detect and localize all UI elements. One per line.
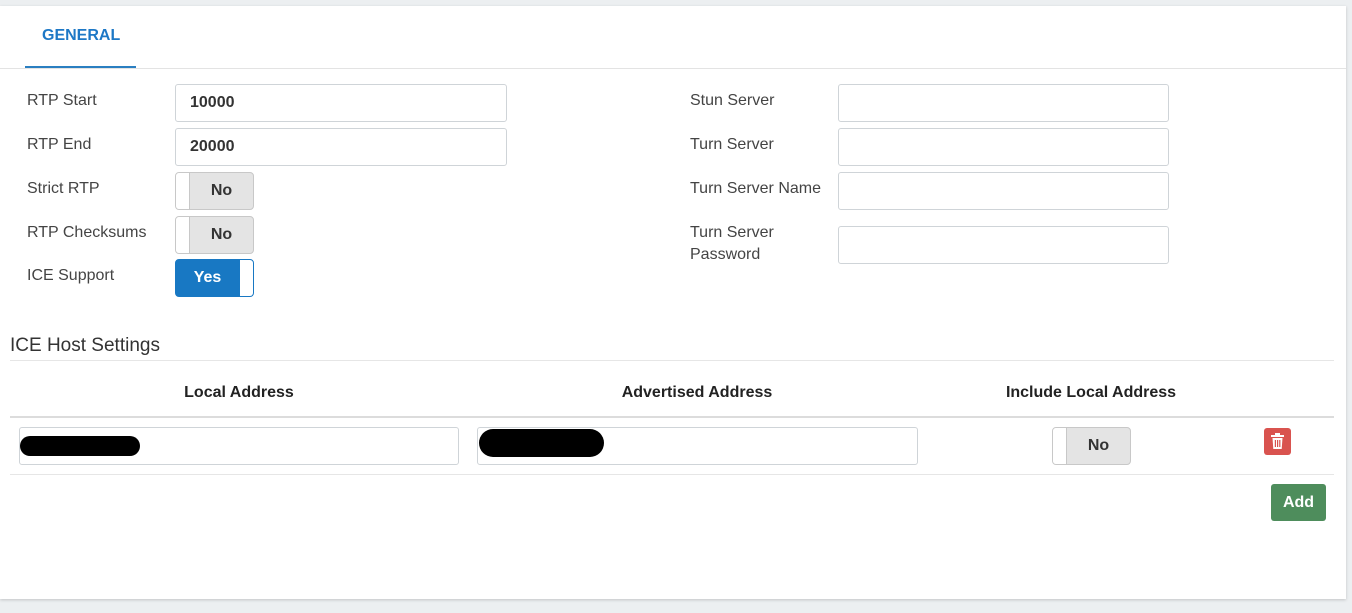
turn-server-password-label: Turn Server Password bbox=[690, 222, 774, 266]
tab-general[interactable]: GENERAL bbox=[25, 6, 136, 68]
table-footer-divider bbox=[10, 474, 1334, 475]
strict-rtp-label: Strict RTP bbox=[27, 180, 100, 197]
turn-server-password-label-line2: Password bbox=[690, 246, 761, 263]
turn-server-name-input[interactable] bbox=[838, 172, 1169, 210]
toggle-knob bbox=[239, 260, 253, 296]
column-header-local-address: Local Address bbox=[184, 384, 294, 401]
rtp-start-label: RTP Start bbox=[27, 92, 97, 109]
tab-bar: GENERAL bbox=[0, 6, 1346, 69]
column-header-advertised-address: Advertised Address bbox=[621, 384, 773, 401]
column-header-include-local-address: Include Local Address bbox=[1005, 384, 1177, 401]
stun-server-input[interactable] bbox=[838, 84, 1169, 122]
ice-support-toggle[interactable]: Yes bbox=[175, 259, 254, 297]
toggle-knob bbox=[176, 173, 190, 209]
rtp-end-input[interactable] bbox=[175, 128, 507, 166]
include-local-address-toggle[interactable]: No bbox=[1052, 427, 1131, 465]
turn-server-password-label-line1: Turn Server bbox=[690, 224, 774, 241]
ice-support-label: ICE Support bbox=[27, 267, 115, 284]
section-divider bbox=[10, 360, 1334, 361]
add-ice-host-button[interactable]: Add bbox=[1271, 484, 1326, 521]
turn-server-password-input[interactable] bbox=[838, 226, 1169, 264]
turn-server-label: Turn Server bbox=[690, 136, 774, 153]
delete-row-button[interactable] bbox=[1264, 428, 1291, 455]
toggle-knob bbox=[1053, 428, 1067, 464]
table-header-divider bbox=[10, 416, 1334, 418]
rtp-checksums-label: RTP Checksums bbox=[27, 224, 147, 241]
trash-icon bbox=[1271, 433, 1284, 449]
rtp-checksums-toggle[interactable]: No bbox=[175, 216, 254, 254]
stun-server-label: Stun Server bbox=[690, 92, 775, 109]
toggle-state-label: No bbox=[210, 182, 233, 199]
turn-server-name-label: Turn Server Name bbox=[690, 180, 821, 197]
strict-rtp-toggle[interactable]: No bbox=[175, 172, 254, 210]
rtp-end-label: RTP End bbox=[27, 136, 92, 153]
settings-panel: GENERAL RTP Start RTP End Strict RTP No … bbox=[0, 6, 1346, 599]
turn-server-input[interactable] bbox=[838, 128, 1169, 166]
toggle-state-label: No bbox=[210, 226, 233, 243]
rtp-start-input[interactable] bbox=[175, 84, 507, 122]
redaction-mark bbox=[20, 436, 140, 456]
ice-host-settings-title: ICE Host Settings bbox=[10, 335, 160, 356]
redaction-mark bbox=[479, 429, 604, 457]
toggle-state-label: No bbox=[1087, 437, 1110, 454]
toggle-knob bbox=[176, 217, 190, 253]
toggle-state-label: Yes bbox=[193, 269, 222, 286]
